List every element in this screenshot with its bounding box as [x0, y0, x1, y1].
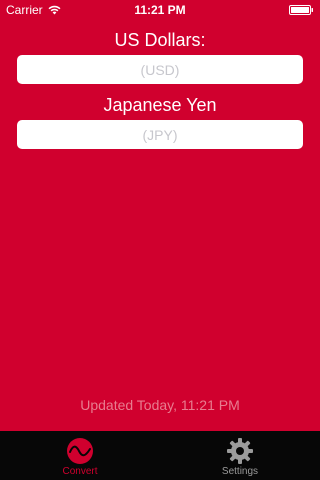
usd-amount-input[interactable] [17, 55, 303, 84]
updated-timestamp: Updated Today, 11:21 PM [80, 397, 240, 413]
tab-settings[interactable]: Settings [160, 431, 320, 480]
status-time: 11:21 PM [134, 3, 186, 17]
currency-converter-screen: Carrier 11:21 PM US Dollars: Japanese Ye… [0, 0, 320, 480]
battery-icon [289, 5, 313, 15]
convert-wave-icon [67, 438, 93, 464]
status-bar: Carrier 11:21 PM [0, 0, 320, 20]
jpy-amount-input[interactable] [17, 120, 303, 149]
tab-convert[interactable]: Convert [0, 431, 160, 480]
tab-settings-label: Settings [221, 466, 259, 477]
tab-bar: Convert Settings [0, 431, 320, 480]
gear-icon [227, 438, 253, 464]
to-currency-label: Japanese Yen [103, 95, 217, 115]
from-currency-label: US Dollars: [114, 30, 206, 50]
tab-convert-label: Convert [62, 466, 98, 477]
